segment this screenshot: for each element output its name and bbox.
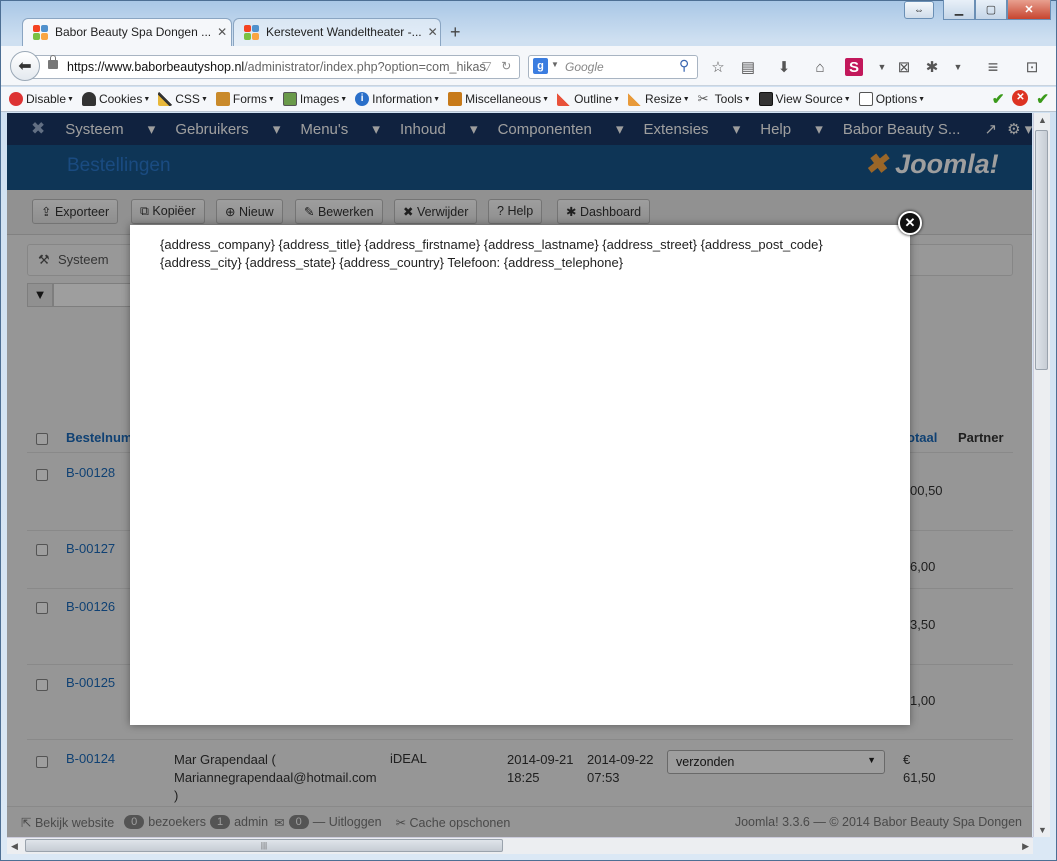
dev-css[interactable]: CSS ▼ <box>158 92 208 106</box>
scroll-left-icon[interactable]: ◀ <box>11 841 18 852</box>
address-format-line: {address_city} {address_state} {address_… <box>160 255 624 270</box>
sidebar-icon[interactable]: ⊡ <box>1021 57 1043 77</box>
download-icon[interactable]: ⬇ <box>773 57 795 77</box>
dev-miscellaneous[interactable]: Miscellaneous ▼ <box>448 92 549 106</box>
dev-information[interactable]: i Information ▼ <box>355 92 440 106</box>
window-close-button[interactable]: ✕ <box>1007 0 1051 20</box>
valid-check-icon[interactable]: ✔ <box>1036 90 1049 108</box>
horizontal-scroll-thumb[interactable]: ||| <box>25 839 503 852</box>
reload-icon[interactable]: ↻ <box>501 59 511 73</box>
dev-forms[interactable]: Forms ▼ <box>215 92 275 106</box>
cookies-icon <box>81 92 96 106</box>
tools-icon: ✂ <box>697 91 709 106</box>
address-bar[interactable]: https://www.baborbeautyshop.nl/administr… <box>32 55 520 79</box>
dev-images[interactable]: Images ▼ <box>282 92 347 106</box>
valid-check-icon[interactable]: ✔ <box>992 90 1005 108</box>
developer-toolbar: Disable ▼ Cookies ▼ CSS ▼ Forms ▼ Images ▼ iI… <box>1 87 1056 112</box>
miscellaneous-icon <box>448 92 463 106</box>
tab-title: Babor Beauty Spa Dongen ... <box>55 25 212 39</box>
restore-icon[interactable]: ⇔ <box>904 1 934 19</box>
dev-tools[interactable]: ✂ Tools ▼ <box>697 91 751 107</box>
addon-s-icon[interactable]: S <box>845 58 863 76</box>
tab-close-icon[interactable]: ✕ <box>217 25 227 46</box>
bookmark-star-icon[interactable]: ☆ <box>707 57 729 77</box>
url-actions: ▽ ↻ <box>482 59 511 73</box>
new-tab-button[interactable]: + <box>450 22 461 43</box>
error-icon[interactable]: ✕ <box>1012 90 1029 106</box>
modal-close-button[interactable]: ✕ <box>898 211 922 235</box>
forms-clipboard-icon <box>215 92 230 106</box>
home-icon[interactable]: ⌂ <box>809 57 831 77</box>
back-button[interactable]: ⬅ <box>10 51 40 81</box>
dev-options[interactable]: Options ▼ <box>858 92 925 106</box>
tab-kerstevent[interactable]: Kerstevent Wandeltheater -... ✕ <box>233 18 441 46</box>
scroll-right-icon[interactable]: ▶ <box>1022 841 1029 852</box>
addon-dropdown-icon[interactable]: ▼ <box>871 57 893 77</box>
joomla-favicon-icon <box>33 25 49 41</box>
menu-icon[interactable]: ≡ <box>982 57 1004 77</box>
google-icon[interactable]: g <box>533 58 548 74</box>
url-path: /administrator/index.php?option=com_hika… <box>244 60 486 74</box>
addon-box-icon[interactable]: ⊠ <box>893 57 915 77</box>
search-icon[interactable]: ⚲ <box>679 57 689 74</box>
view-source-icon <box>758 92 773 106</box>
url-host: https://www.baborbeautyshop.nl <box>67 60 245 74</box>
dev-outline[interactable]: Outline ▼ <box>557 92 620 106</box>
tab-title: Kerstevent Wandeltheater -... <box>266 25 422 39</box>
scroll-up-icon[interactable]: ▲ <box>1038 115 1047 125</box>
joomla-favicon-icon <box>244 25 260 41</box>
options-icon <box>858 92 873 106</box>
dev-resize[interactable]: Resize ▼ <box>628 92 690 106</box>
dropdown-arrow-icon[interactable]: ▽ <box>482 59 491 73</box>
dev-view-source[interactable]: View Source ▼ <box>758 92 851 106</box>
information-icon: i <box>355 92 370 106</box>
overflow-dropdown-icon[interactable]: ▼ <box>947 57 969 77</box>
address-format-modal: {address_company} {address_title} {addre… <box>130 225 910 725</box>
minimize-button[interactable]: ▁ <box>943 0 975 20</box>
addon-bug-icon[interactable]: ✱ <box>921 57 943 77</box>
images-icon <box>282 92 297 106</box>
window-controls: ▁ ▢ ✕ <box>943 0 1051 20</box>
resize-icon <box>628 92 643 106</box>
dev-status-icons: ✔ ✕ ✔ <box>992 90 1049 108</box>
maximize-button[interactable]: ▢ <box>975 0 1007 20</box>
dev-cookies[interactable]: Cookies ▼ <box>81 92 150 106</box>
reading-list-icon[interactable]: ▤ <box>737 57 759 77</box>
disable-icon <box>9 92 23 106</box>
search-engine-dropdown-icon[interactable]: ▼ <box>551 60 559 69</box>
dev-disable[interactable]: Disable ▼ <box>9 92 74 106</box>
tab-close-icon[interactable]: ✕ <box>428 25 438 46</box>
vertical-scroll-thumb[interactable] <box>1035 130 1048 370</box>
tab-babor[interactable]: Babor Beauty Spa Dongen ... ✕ <box>22 18 232 46</box>
address-format-line: {address_company} {address_title} {addre… <box>160 237 823 252</box>
scroll-down-icon[interactable]: ▼ <box>1038 825 1047 835</box>
css-pencil-icon <box>158 92 173 106</box>
lock-icon <box>48 55 58 69</box>
outline-pencil-icon <box>557 92 572 106</box>
